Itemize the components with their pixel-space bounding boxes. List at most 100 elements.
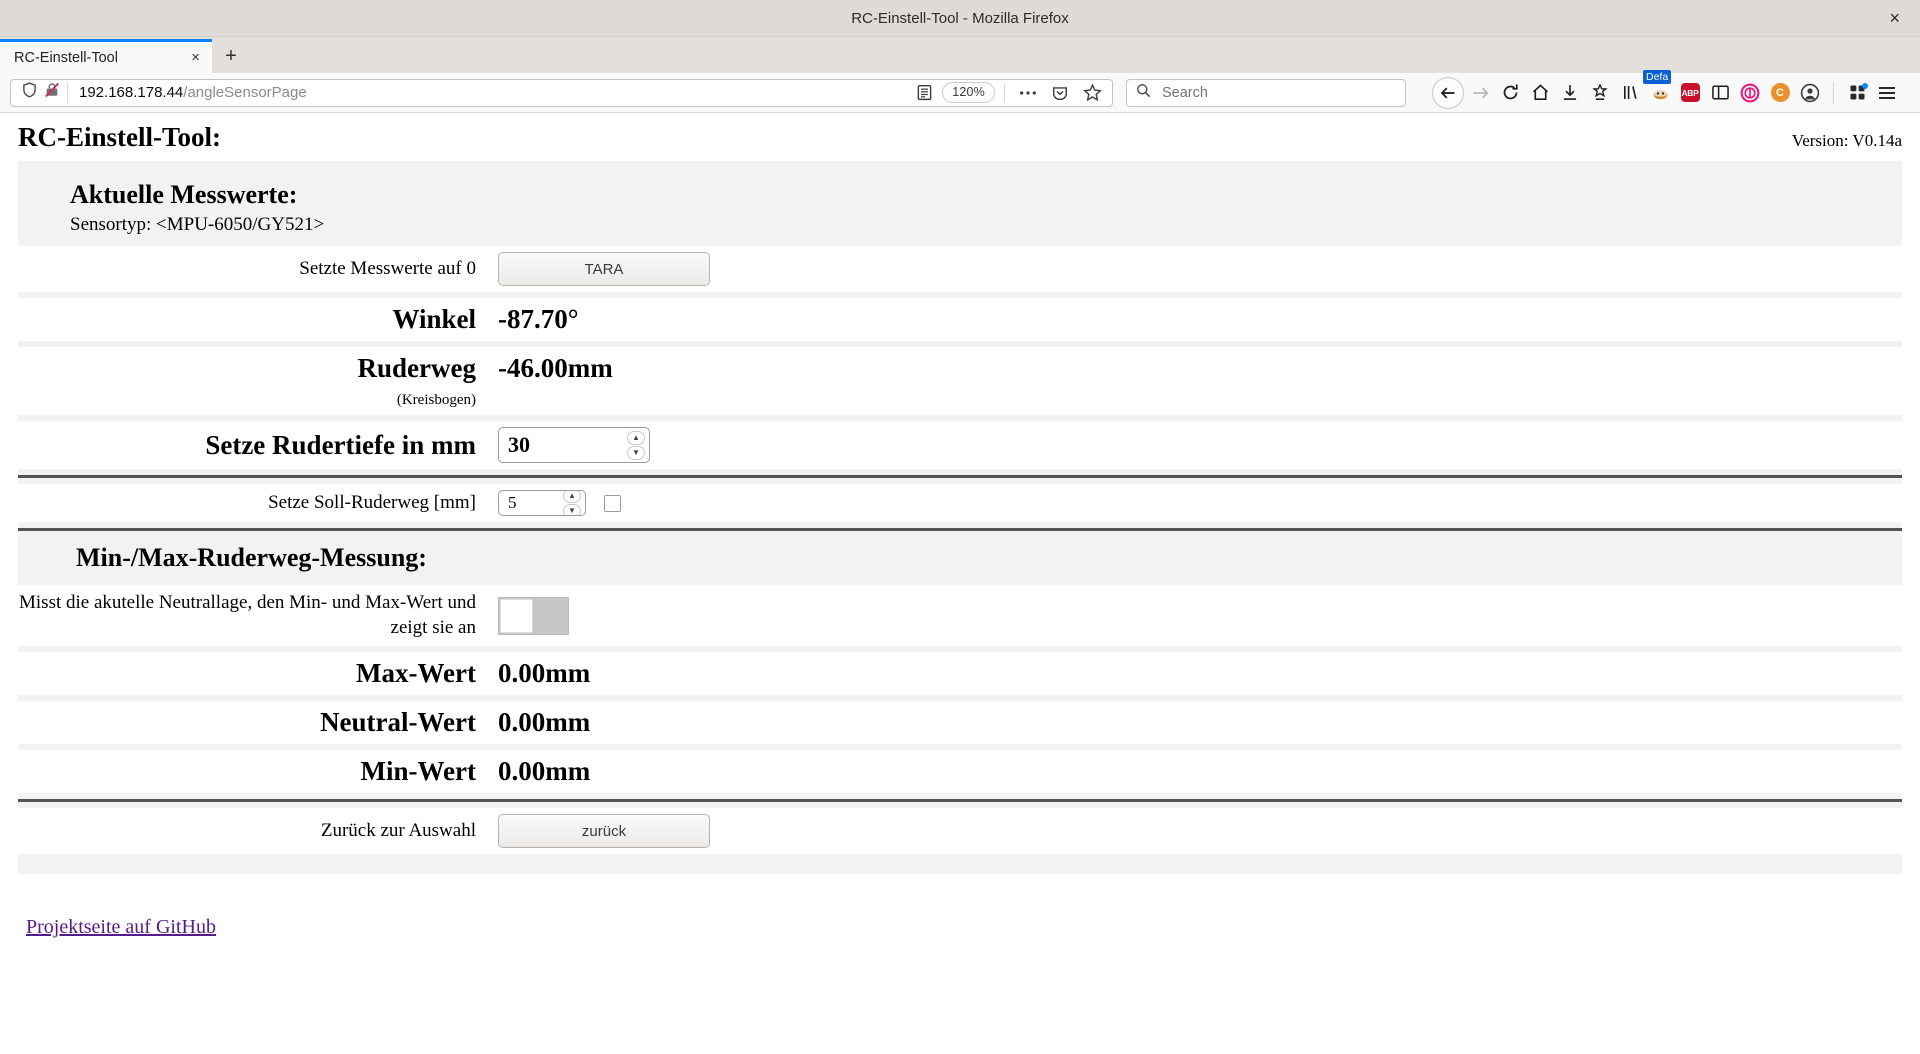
depth-label: Setze Rudertiefe in mm (205, 429, 476, 460)
url-text[interactable]: 192.168.178.44/angleSensorPage (79, 84, 908, 101)
window-close-button[interactable]: × (1883, 7, 1906, 29)
home-icon[interactable] (1526, 79, 1554, 107)
tara-row: Setzte Messwerte auf 0 TARA (18, 246, 1902, 292)
content-wrapper: RC-Einstell-Tool: Version: V0.14a Aktuel… (0, 113, 1920, 940)
github-project-link[interactable]: Projektseite auf GitHub (26, 916, 216, 938)
neutral-value-row: Neutral-Wert 0.00mm (18, 701, 1902, 745)
forward-icon[interactable] (1466, 79, 1494, 107)
downloads-icon[interactable] (1556, 79, 1584, 107)
extensions-notification-dot (1862, 82, 1868, 89)
target-enable-checkbox[interactable] (604, 494, 621, 512)
section-title-measurements: Aktuelle Messwerte: (70, 180, 298, 209)
target-input[interactable] (499, 492, 563, 514)
minmax-toggle-knob (500, 598, 533, 633)
section-divider (18, 799, 1902, 803)
rudder-label: Ruderweg (357, 353, 476, 383)
url-bar-divider (1004, 83, 1005, 102)
min-label: Min-Wert (360, 756, 476, 787)
page-content: RC-Einstell-Tool: Version: V0.14a Aktuel… (0, 113, 1920, 1054)
window-title: RC-Einstell-Tool - Mozilla Firefox (851, 9, 1069, 27)
target-spinner-down-icon[interactable]: ▼ (563, 503, 581, 515)
app-menu-icon[interactable] (1873, 79, 1901, 107)
new-tab-button[interactable]: + (212, 39, 250, 73)
depth-row: Setze Rudertiefe in mm ▲ ▼ (18, 421, 1902, 469)
tab-strip: RC-Einstell-Tool × + (0, 37, 1920, 73)
target-spinner-up-icon[interactable]: ▲ (563, 491, 581, 503)
min-value-row: Min-Wert 0.00mm (18, 750, 1902, 794)
target-spinner[interactable]: ▲ ▼ (563, 491, 585, 515)
main-panel: Aktuelle Messwerte: Sensortyp: <MPU-6050… (18, 161, 1902, 875)
search-input[interactable] (1160, 83, 1396, 102)
site-identity-box[interactable] (17, 82, 68, 103)
reload-icon[interactable] (1496, 79, 1524, 107)
neutral-value: 0.00mm (498, 707, 591, 738)
tara-button[interactable]: TARA (498, 252, 710, 286)
neutral-label: Neutral-Wert (320, 707, 476, 738)
back-icon[interactable] (1432, 76, 1464, 109)
panel-bottom-padding (18, 854, 1902, 875)
max-value-row: Max-Wert 0.00mm (18, 652, 1902, 696)
back-row: Zurück zur Auswahl zurück (18, 808, 1902, 855)
toolbar-divider (1833, 81, 1834, 104)
rudder-note: (Kreisbogen) (396, 392, 476, 408)
depth-spinner-down-icon[interactable]: ▼ (627, 445, 645, 460)
reader-mode-icon[interactable] (910, 79, 938, 107)
url-bar[interactable]: 192.168.178.44/angleSensorPage 120% (10, 78, 1113, 107)
depth-spinner[interactable]: ▲ ▼ (627, 430, 649, 460)
section-divider (18, 528, 1902, 531)
sensor-type-label: Sensortyp: <MPU-6050/GY521> (70, 214, 325, 235)
rudder-value: -46.00mm (498, 353, 613, 383)
rudder-row: Ruderweg -46.00mm (Kreisbogen) (18, 347, 1902, 415)
save-to-pocket-icon[interactable] (1586, 79, 1614, 107)
shield-icon[interactable] (22, 82, 37, 103)
pocket-icon[interactable] (1046, 79, 1074, 107)
minmax-measure-toggle[interactable] (498, 596, 569, 635)
minmax-description: Misst die akutelle Neutrallage, den Min-… (19, 592, 476, 638)
page-actions-icon[interactable] (1014, 79, 1042, 107)
navigation-toolbar: 192.168.178.44/angleSensorPage 120% Sear… (0, 69, 1920, 113)
toolbar-icon-group: Defa ABP C (1432, 69, 1901, 109)
container-tabs-icon[interactable]: C (1766, 79, 1794, 107)
url-path: /angleSensorPage (183, 84, 307, 101)
tara-row-label: Setzte Messwerte auf 0 (299, 258, 476, 279)
sidebar-icon[interactable] (1706, 79, 1734, 107)
depth-input[interactable] (499, 431, 627, 459)
bookmark-star-icon[interactable] (1078, 79, 1106, 107)
back-row-label: Zurück zur Auswahl (320, 820, 476, 842)
back-button[interactable]: zurück (498, 814, 710, 849)
extensions-icon[interactable] (1843, 79, 1871, 107)
adblock-plus-icon[interactable]: ABP (1676, 79, 1704, 107)
container-tabs-label: C (1770, 83, 1790, 102)
insecure-connection-icon[interactable] (44, 82, 60, 103)
search-bar[interactable] (1126, 78, 1406, 107)
page-footer: Projektseite auf GitHub (18, 874, 1902, 940)
min-value: 0.00mm (498, 756, 591, 787)
url-host: 192.168.178.44 (79, 84, 184, 101)
page-title: RC-Einstell-Tool: (18, 122, 222, 152)
search-icon (1136, 83, 1151, 103)
angle-value: -87.70° (498, 304, 579, 334)
depth-spinner-up-icon[interactable]: ▲ (627, 430, 645, 445)
section-title-minmax: Min-/Max-Ruderweg-Messung: (76, 543, 427, 572)
version-label: Version: V0.14a (1791, 131, 1902, 150)
library-icon[interactable] (1616, 79, 1644, 107)
tab-rc-einstell-tool[interactable]: RC-Einstell-Tool × (0, 39, 212, 73)
default-extension-badge-label: Defa (1643, 69, 1672, 84)
page-header: RC-Einstell-Tool: Version: V0.14a (18, 113, 1902, 161)
default-extension-icon[interactable]: Defa (1643, 69, 1674, 107)
adblock-plus-label: ABP (1680, 83, 1700, 102)
target-label: Setze Soll-Ruderweg [mm] (268, 492, 476, 513)
magenta-extension-icon[interactable] (1736, 79, 1764, 107)
target-stepper[interactable]: ▲ ▼ (498, 490, 586, 516)
angle-label: Winkel (392, 304, 476, 334)
account-icon[interactable] (1796, 79, 1824, 107)
angle-row: Winkel -87.70° (18, 298, 1902, 341)
target-row: Setze Soll-Ruderweg [mm] ▲ ▼ (18, 484, 1902, 522)
minmax-toggle-row: Misst die akutelle Neutrallage, den Min-… (18, 585, 1902, 647)
window-titlebar: RC-Einstell-Tool - Mozilla Firefox × (0, 0, 1920, 37)
max-value: 0.00mm (498, 658, 591, 689)
tab-strip-empty-space (250, 39, 1920, 73)
zoom-level-indicator[interactable]: 120% (942, 82, 995, 103)
tab-close-icon[interactable]: × (185, 50, 206, 65)
depth-stepper[interactable]: ▲ ▼ (498, 427, 650, 463)
